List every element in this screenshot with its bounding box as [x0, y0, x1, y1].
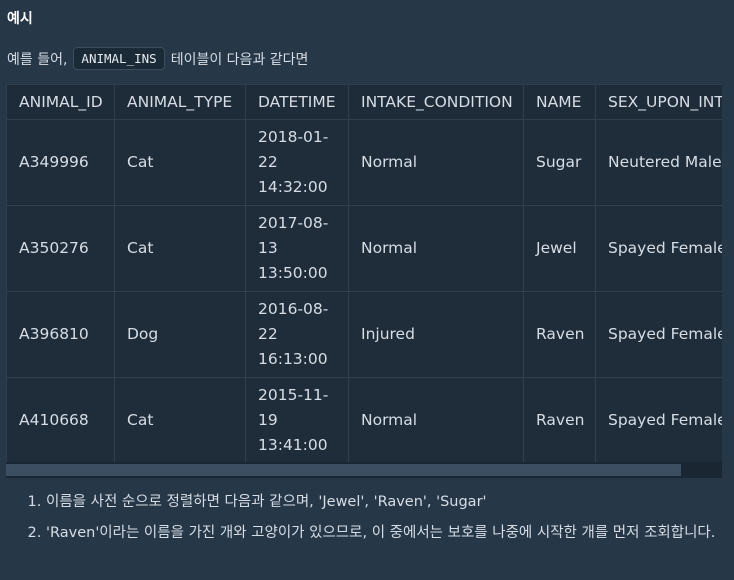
intro-before: 예를 들어, — [7, 51, 68, 68]
intro-after: 테이블이 다음과 같다면 — [170, 51, 309, 68]
column-header: DATETIME — [245, 84, 349, 120]
table-cell: Spayed Female — [595, 205, 722, 292]
column-header: ANIMAL_ID — [6, 84, 115, 120]
table-cell: A396810 — [6, 291, 115, 378]
table-cell: Cat — [114, 377, 246, 462]
column-header: SEX_UPON_INT — [595, 84, 722, 120]
table-name-code: ANIMAL_INS — [73, 47, 165, 70]
table-row: A350276 Cat 2017-08-13 13:50:00 Normal J… — [6, 205, 722, 292]
table-cell: Cat — [114, 205, 246, 292]
table-cell: Sugar — [523, 119, 596, 206]
table-cell: Normal — [348, 119, 524, 206]
list-item: 'Raven'이라는 이름을 가진 개와 고양이가 있으므로, 이 중에서는 보… — [46, 521, 734, 546]
table-cell: Jewel — [523, 205, 596, 292]
table-cell: Neutered Male — [595, 119, 722, 206]
section-heading: 예시 — [7, 11, 33, 27]
list-item: 이름을 사전 순으로 정렬하면 다음과 같으며, 'Jewel', 'Raven… — [46, 490, 734, 515]
scrollbar-thumb[interactable] — [6, 464, 681, 476]
table-cell: Normal — [348, 205, 524, 292]
table-cell: A350276 — [6, 205, 115, 292]
intro-text: 예를 들어, ANIMAL_INS 테이블이 다음과 같다면 — [7, 47, 308, 70]
table-cell: Spayed Female — [595, 377, 722, 462]
table-row: A349996 Cat 2018-01-22 14:32:00 Normal S… — [6, 119, 722, 206]
table-header-row: ANIMAL_ID ANIMAL_TYPE DATETIME INTAKE_CO… — [6, 84, 722, 120]
table-row: A396810 Dog 2016-08-22 16:13:00 Injured … — [6, 291, 722, 378]
animal-ins-table: ANIMAL_ID ANIMAL_TYPE DATETIME INTAKE_CO… — [6, 84, 722, 462]
table-cell: 2018-01-22 14:32:00 — [245, 119, 349, 206]
table-cell: Raven — [523, 291, 596, 378]
table-cell: A410668 — [6, 377, 115, 462]
table-cell: Injured — [348, 291, 524, 378]
table-cell: 2017-08-13 13:50:00 — [245, 205, 349, 292]
table-cell: 2016-08-22 16:13:00 — [245, 291, 349, 378]
table-cell: Cat — [114, 119, 246, 206]
table-cell: Raven — [523, 377, 596, 462]
horizontal-scrollbar[interactable] — [6, 462, 722, 478]
table-row: A410668 Cat 2015-11-19 13:41:00 Normal R… — [6, 377, 722, 462]
table-scroll-container[interactable]: ANIMAL_ID ANIMAL_TYPE DATETIME INTAKE_CO… — [6, 84, 722, 462]
table-cell: Spayed Female — [595, 291, 722, 378]
column-header: INTAKE_CONDITION — [348, 84, 524, 120]
column-header: NAME — [523, 84, 596, 120]
table-cell: Normal — [348, 377, 524, 462]
column-header: ANIMAL_TYPE — [114, 84, 246, 120]
table-cell: 2015-11-19 13:41:00 — [245, 377, 349, 462]
table-cell: Dog — [114, 291, 246, 378]
explanation-list: 이름을 사전 순으로 정렬하면 다음과 같으며, 'Jewel', 'Raven… — [22, 490, 734, 552]
table-cell: A349996 — [6, 119, 115, 206]
